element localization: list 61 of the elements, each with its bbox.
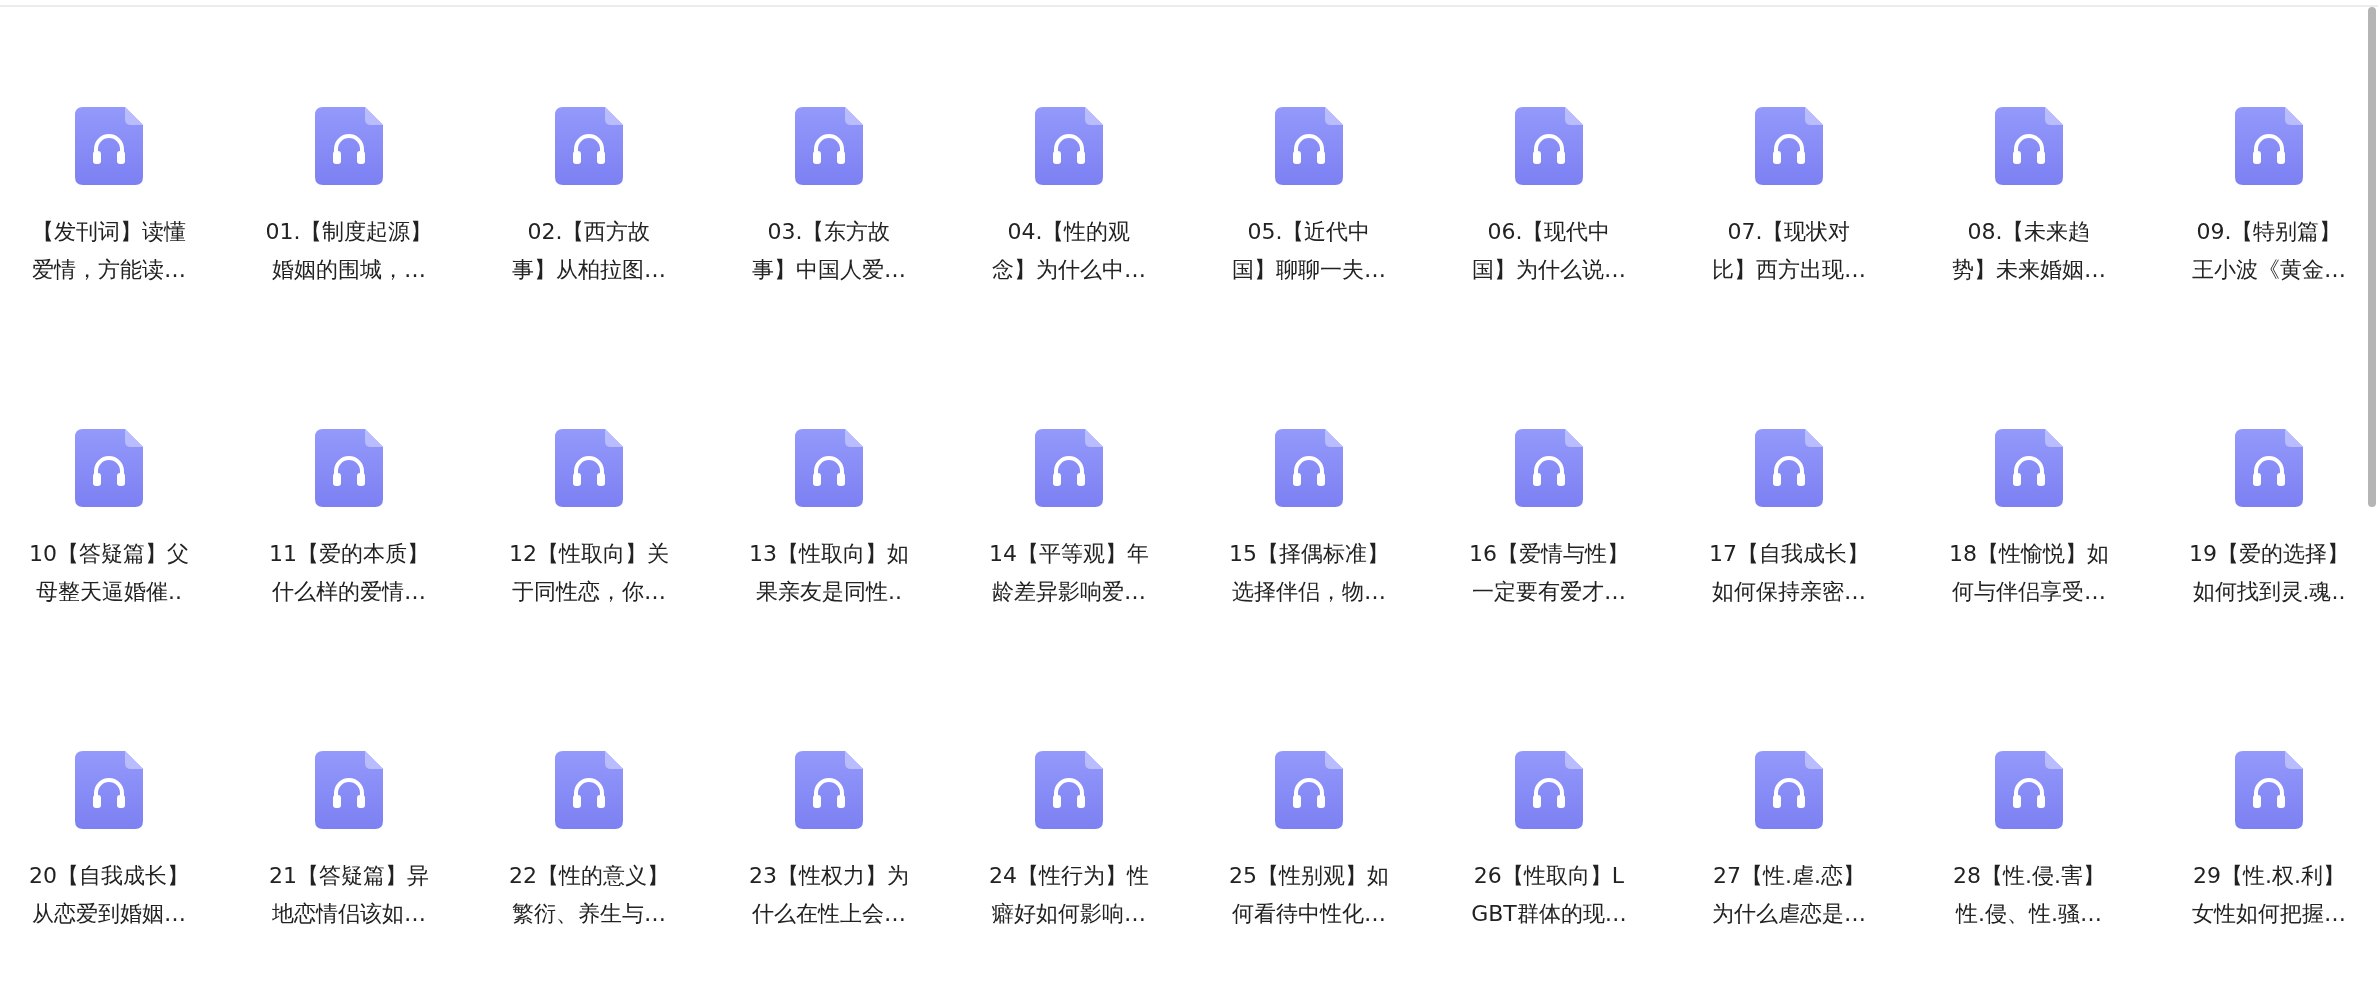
audio-file-icon[interactable] (1035, 107, 1103, 185)
audio-file-icon[interactable] (1515, 751, 1583, 829)
file-name[interactable]: 29【性.权.利】 女性如何把握… (2192, 857, 2346, 933)
file-name[interactable]: 12【性取向】关 于同性恋，你… (509, 535, 669, 611)
file-name[interactable]: 05.【近代中 国】聊聊一夫… (1232, 213, 1386, 289)
file-name[interactable]: 08.【未来趋 势】未来婚姻… (1952, 213, 2106, 289)
file-name[interactable]: 04.【性的观 念】为什么中… (992, 213, 1146, 289)
file-name[interactable]: 20【自我成长】 从恋爱到婚姻… (29, 857, 189, 933)
file-name[interactable]: 07.【现状对 比】西方出现… (1712, 213, 1866, 289)
file-name[interactable]: 14【平等观】年 龄差异影响爱… (989, 535, 1149, 611)
file-name[interactable]: 22【性的意义】 繁衍、养生与… (509, 857, 669, 933)
audio-file-icon[interactable] (1035, 751, 1103, 829)
file-name[interactable]: 26【性取向】L GBT群体的现… (1471, 857, 1627, 933)
file-name[interactable]: 13【性取向】如 果亲友是同性.. (749, 535, 909, 611)
audio-file-icon[interactable] (1995, 429, 2063, 507)
audio-file-icon[interactable] (1275, 751, 1343, 829)
audio-file-icon[interactable] (555, 429, 623, 507)
audio-file-icon[interactable] (75, 429, 143, 507)
audio-file-icon[interactable] (1515, 429, 1583, 507)
file-name[interactable]: 【发刊词】读懂 爱情，方能读… (32, 213, 186, 289)
file-name[interactable]: 16【爱情与性】 一定要有爱才… (1469, 535, 1629, 611)
file-name[interactable]: 21【答疑篇】异 地恋情侣该如… (269, 857, 429, 933)
file-name[interactable]: 23【性权力】为 什么在性上会… (749, 857, 909, 933)
file-name[interactable]: 09.【特别篇】 王小波《黄金… (2192, 213, 2346, 289)
file-name[interactable]: 06.【现代中 国】为什么说… (1472, 213, 1626, 289)
file-name[interactable]: 17【自我成长】 如何保持亲密… (1709, 535, 1869, 611)
audio-file-icon[interactable] (75, 107, 143, 185)
file-name[interactable]: 03.【东方故 事】中国人爱… (752, 213, 906, 289)
audio-file-icon[interactable] (2235, 429, 2303, 507)
audio-file-icon[interactable] (1035, 429, 1103, 507)
file-name[interactable]: 01.【制度起源】 婚姻的围城，… (265, 213, 433, 289)
file-name[interactable]: 15【择偶标准】 选择伴侣，物… (1229, 535, 1389, 611)
audio-file-icon[interactable] (2235, 751, 2303, 829)
file-name[interactable]: 24【性行为】性 癖好如何影响… (989, 857, 1149, 933)
audio-file-icon[interactable] (2235, 107, 2303, 185)
audio-file-icon[interactable] (1755, 107, 1823, 185)
file-name[interactable]: 10【答疑篇】父 母整天逼婚催.. (29, 535, 189, 611)
audio-file-icon[interactable] (1995, 751, 2063, 829)
audio-file-icon[interactable] (555, 751, 623, 829)
audio-file-icon[interactable] (1755, 429, 1823, 507)
file-name[interactable]: 19【爱的选择】 如何找到灵.魂.. (2189, 535, 2349, 611)
file-name[interactable]: 11【爱的本质】 什么样的爱情… (269, 535, 429, 611)
file-name[interactable]: 02.【西方故 事】从柏拉图… (512, 213, 666, 289)
audio-file-icon[interactable] (555, 107, 623, 185)
file-name[interactable]: 25【性别观】如 何看待中性化… (1229, 857, 1389, 933)
audio-file-icon[interactable] (795, 751, 863, 829)
audio-file-icon[interactable] (1275, 429, 1343, 507)
audio-file-icon[interactable] (795, 429, 863, 507)
audio-file-icon[interactable] (315, 751, 383, 829)
file-name[interactable]: 18【性愉悦】如 何与伴侣享受… (1949, 535, 2109, 611)
audio-file-icon[interactable] (795, 107, 863, 185)
audio-file-icon[interactable] (1995, 107, 2063, 185)
audio-file-icon[interactable] (1515, 107, 1583, 185)
file-name[interactable]: 28【性.侵.害】 性.侵、性.骚… (1953, 857, 2105, 933)
audio-file-icon[interactable] (315, 429, 383, 507)
file-name[interactable]: 27【性.虐.恋】 为什么虐恋是… (1712, 857, 1866, 933)
audio-file-icon[interactable] (315, 107, 383, 185)
audio-file-icon[interactable] (75, 751, 143, 829)
audio-file-icon[interactable] (1755, 751, 1823, 829)
audio-file-icon[interactable] (1275, 107, 1343, 185)
scrollbar[interactable] (2368, 7, 2376, 507)
